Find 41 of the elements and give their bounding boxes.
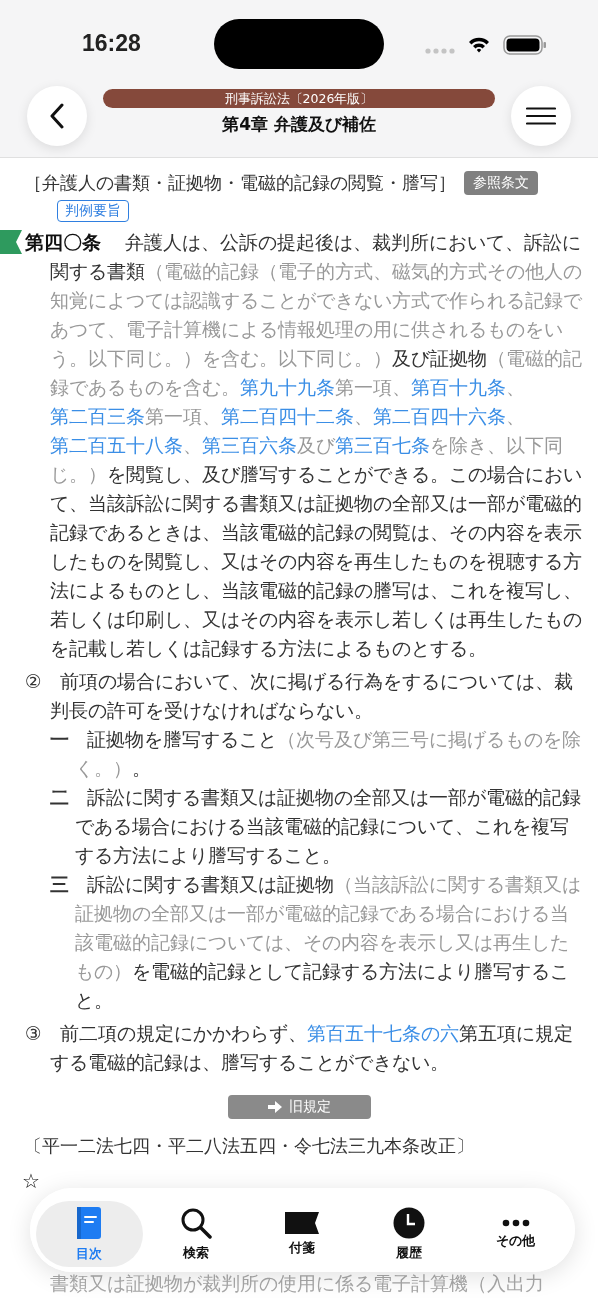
chapter-title: 第4章 弁護及び補佐 <box>222 112 376 136</box>
star-mark: ☆ <box>21 1169 40 1193</box>
article-link[interactable]: 第三百六条 <box>202 434 297 456</box>
article-link[interactable]: 第二百四十六条 <box>373 405 506 427</box>
more-icon <box>501 1218 530 1227</box>
back-icon <box>49 103 65 129</box>
amendment-note: 〔平一二法七四・平二八法五四・令七法三九本条改正〕 <box>23 1134 475 1158</box>
tab-button[interactable]: 履歴 <box>355 1201 463 1267</box>
signal-icon <box>425 48 455 54</box>
menu-icon <box>526 107 556 125</box>
article-heading: ［弁護人の書類・証拠物・電磁的記録の閲覧・謄写］ <box>24 171 456 195</box>
article-paragraph: 三 訴訟に関する書類又は証拠物（当該訴訟に関する書類又は証拠物の全部又は一部が電磁的記録である場合における当該電磁的記録については、その内容を表示し又は再生したもの）を電磁的記録として記録する方法により謄写すること。 <box>49 872 582 1013</box>
reference-button[interactable]: 参照条文 <box>464 171 538 195</box>
old-rule-button[interactable]: 旧規定 <box>227 1095 371 1119</box>
tab-button[interactable]: その他 <box>462 1201 569 1267</box>
article-paragraph: 二 訴訟に関する書類又は証拠物の全部又は一部が電磁的記録である場合における当該電磁的記録について、これを複写する方法により謄写すること。 <box>49 785 582 868</box>
article-link[interactable]: 第二百五十八条 <box>50 434 183 456</box>
status-time: 16:28 <box>82 30 141 57</box>
article-link[interactable]: 第三百七条 <box>335 434 430 456</box>
article-paragraph: 一 証拠物を謄写すること（次号及び第三号に掲げるものを除く。）。 <box>49 727 582 781</box>
article-paragraph: ② 前項の場合において、次に掲げる行為をするについては、裁判長の許可を受けなければならない。 <box>24 669 574 723</box>
case-summary-button[interactable]: 判例要旨 <box>57 200 129 222</box>
article-paragraph: 第四〇条 弁護人は、公訴の提起後は、裁判所において、訴訟に関する書類（電磁的記録（電子的方式、磁気的方式その他人の知覚によつては認識することができない方式で作られる記録であつて、電子計算機による情報処理の用に供されるものをいう。以下同じ。）を含む。以下同じ。）及び証拠物（電磁的記録であるものを含む。第九十九条第一項、第百十九条、 第二百三条第一項、第二百四十二条、第二百四十六条、 第二百五十八条、第三百六条及び第三百七条を除き、以下同じ。）を閲覧し、及び謄写することができる。この場合において、当該訴訟に関する書類又は証拠物の全部又は一部が電磁的記録であるときは、当該電磁的記録の閲覧は、その内容を表示したものを閲覧し、又はその内容を再生したものを視聴する方法によるものとし、当該電磁的記録の謄写は、これを複写し、若しくは印刷し、又はその内容を表示し若しくは再生したものを記載し若しくは記録する方法によるものとする。 <box>24 230 583 661</box>
article-link[interactable]: 第二百四十二条 <box>221 405 354 427</box>
tab-button[interactable]: 付箋 <box>249 1201 356 1267</box>
clock-icon <box>393 1206 426 1239</box>
article-link[interactable]: 第百十九条 <box>411 376 506 398</box>
article-link[interactable]: 第九十九条 <box>240 376 335 398</box>
flag-icon <box>285 1211 320 1234</box>
article-link[interactable]: 第百五十七条の六 <box>306 1022 459 1044</box>
wifi-icon <box>468 36 490 53</box>
article-paragraph: ③ 前二項の規定にかかわらず、第百五十七条の六第五項に規定する電磁的記録は、謄写することができない。 <box>24 1021 574 1075</box>
book-title: 刑事訴訟法〔2026年版〕 <box>103 88 495 108</box>
tab-button[interactable]: 検索 <box>142 1201 250 1267</box>
arrow-right-icon <box>267 1100 283 1114</box>
battery-icon <box>503 35 547 55</box>
article-link[interactable]: 第二百三条 <box>50 405 145 427</box>
article-text: 書類又は証拠物が裁判所の使用に係る電子計算機（入出力 <box>49 1272 545 1294</box>
search-icon <box>179 1206 212 1239</box>
book-icon <box>75 1205 104 1240</box>
tab-button[interactable]: 目次 <box>36 1201 143 1267</box>
